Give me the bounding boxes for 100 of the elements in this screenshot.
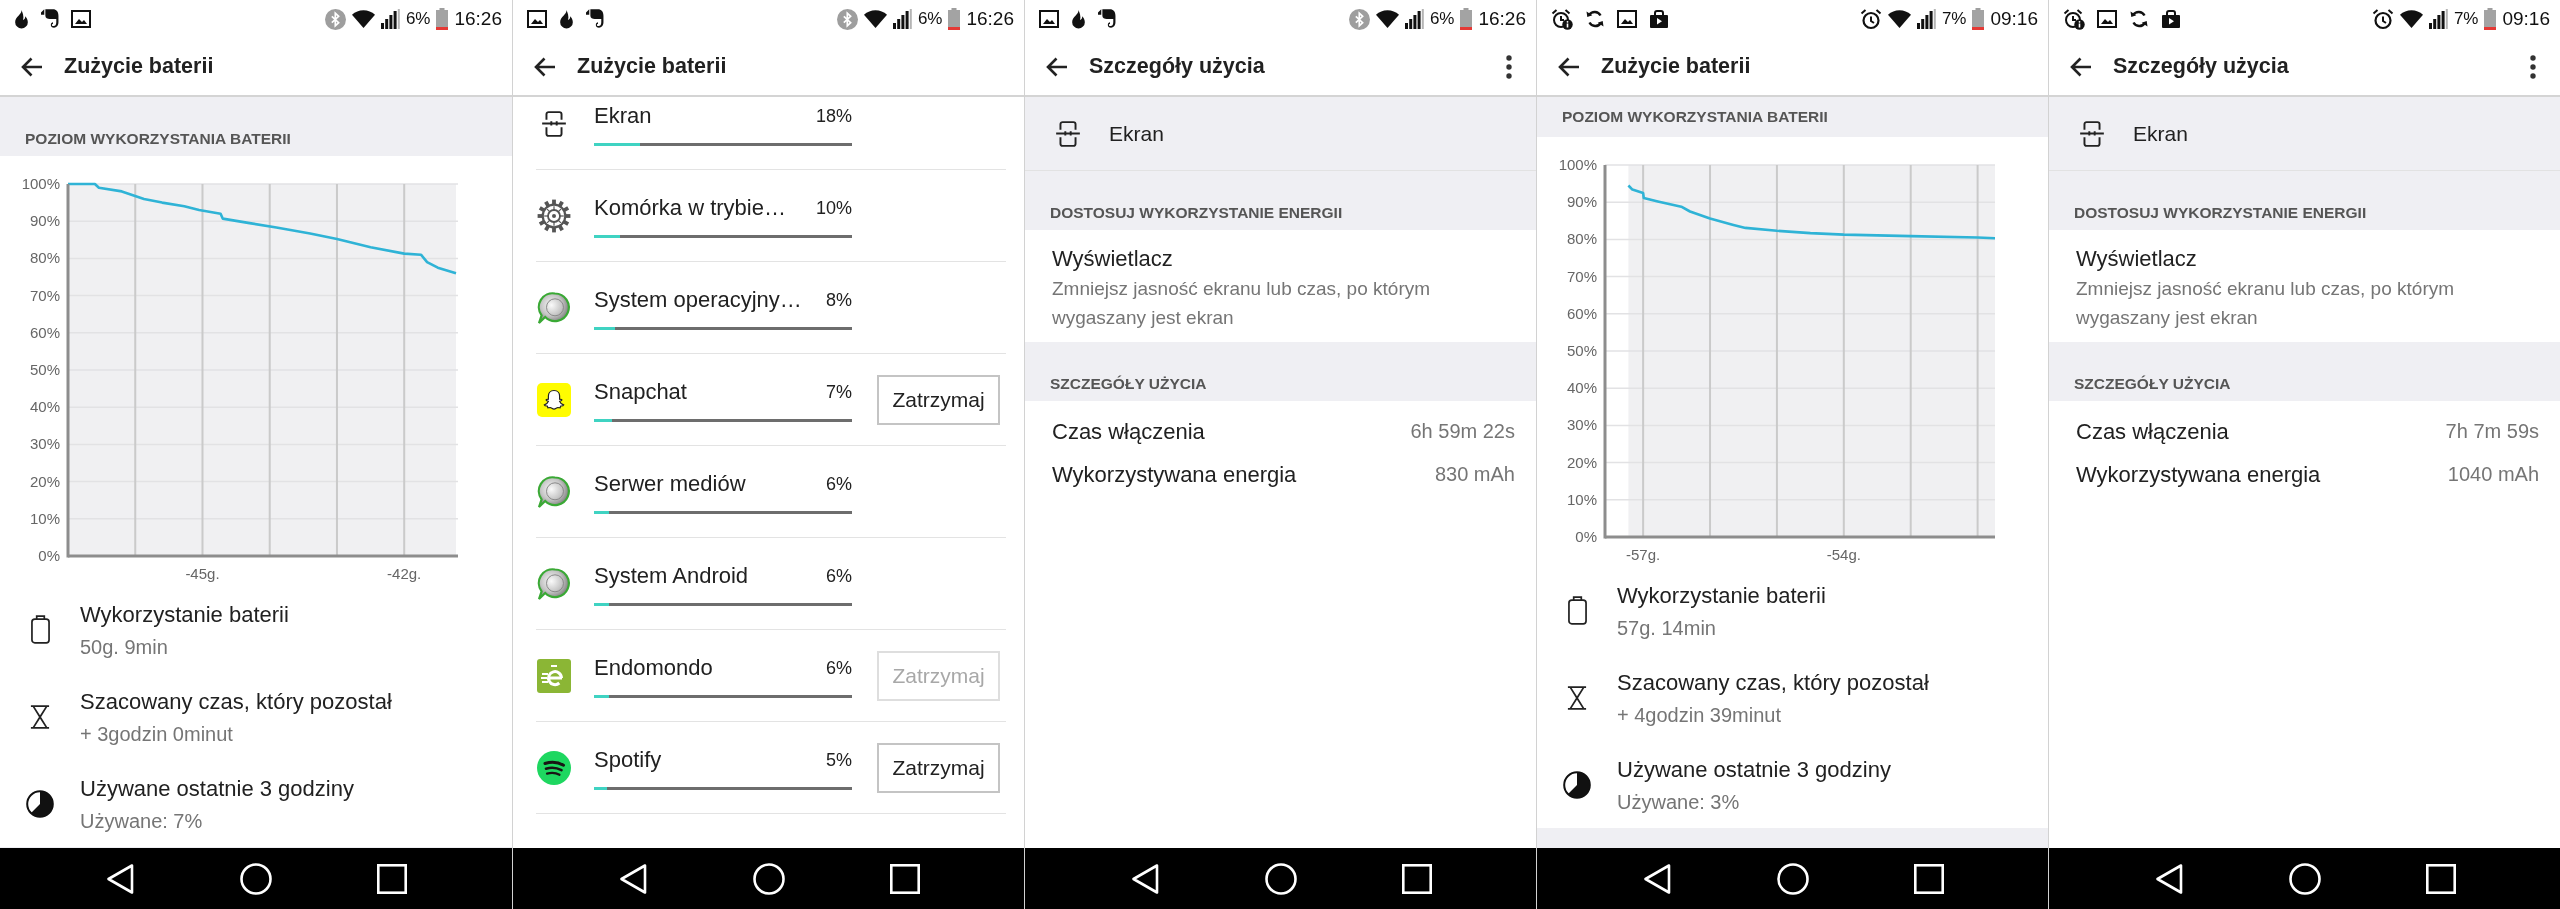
elephant-icon	[41, 9, 59, 29]
toolbar-title: Zużycie baterii	[64, 54, 215, 79]
bluetooth-icon	[1348, 8, 1370, 30]
signal-icon	[892, 9, 912, 29]
x-axis-label: -45g.	[185, 565, 220, 582]
home-icon[interactable]	[752, 862, 785, 895]
nav-back-icon[interactable]	[1129, 862, 1160, 895]
screen-icon	[541, 109, 567, 138]
y-axis-label: 70%	[29, 286, 60, 304]
detail-label: Czas włączenia	[1052, 418, 1205, 445]
home-icon[interactable]	[1776, 862, 1809, 895]
item-title: Wykorzystanie baterii	[1617, 581, 1826, 610]
alarm-clock-icon	[2371, 8, 2394, 30]
home-icon[interactable]	[2288, 862, 2321, 895]
gear-icon	[537, 198, 571, 233]
image-icon	[1039, 10, 1059, 28]
y-axis-label: 50%	[1566, 342, 1597, 359]
bluetooth-icon	[836, 8, 858, 30]
item-subtitle: 50g. 9min	[80, 634, 169, 660]
app-name[interactable]: Spotify	[594, 745, 662, 775]
clock-time: 16:26	[454, 8, 502, 30]
app-name[interactable]: System Android	[594, 561, 749, 591]
item-subtitle: Używane: 7%	[80, 808, 204, 834]
bluetooth-icon	[324, 8, 346, 30]
y-axis-label: 80%	[1566, 230, 1597, 248]
battery-outline-icon	[30, 615, 50, 644]
flame-icon	[14, 9, 29, 29]
clock-time: 09:16	[2502, 8, 2550, 30]
detail-value: 6h 59m 22s	[1410, 420, 1515, 443]
usage-percent: 6%	[826, 565, 852, 588]
section-header: DOSTOSUJ WYKORZYSTANIE ENERGII	[2049, 171, 2560, 230]
image-icon	[527, 10, 547, 28]
x-axis-label: -42g.	[387, 565, 422, 582]
detail-label: Wykorzystywana energia	[1052, 461, 1297, 488]
y-axis-label: 50%	[29, 361, 60, 378]
app-name[interactable]: Snapchat	[594, 377, 687, 407]
recent-apps-icon[interactable]	[377, 863, 407, 894]
recent-apps-icon[interactable]	[2425, 863, 2456, 894]
y-axis-label: 40%	[1566, 379, 1597, 397]
sync-icon	[1585, 9, 1605, 29]
screen-icon	[1055, 119, 1081, 148]
battery-percent: 7%	[2453, 9, 2479, 29]
setting-description: Zmniejsz jasność ekranu lub czas, po którym wygaszany jest ekran	[1052, 277, 1432, 330]
usage-percent: 5%	[826, 749, 852, 772]
app-name[interactable]: Komórka w trybie…	[594, 193, 786, 223]
wifi-icon	[863, 10, 887, 28]
usage-percent: 7%	[826, 381, 852, 404]
setting-title[interactable]: Wyświetlacz	[1052, 244, 1509, 274]
nav-back-icon[interactable]	[617, 862, 648, 895]
app-name[interactable]: Serwer mediów	[594, 469, 746, 499]
usage-percent: 18%	[815, 105, 852, 128]
clock-time: 16:26	[966, 8, 1014, 30]
y-axis-label: 30%	[1566, 416, 1597, 434]
home-icon[interactable]	[1264, 862, 1297, 895]
y-axis-label: 10%	[29, 509, 60, 527]
setting-title[interactable]: Wyświetlacz	[2076, 244, 2533, 274]
nav-back-icon[interactable]	[105, 862, 135, 895]
signal-icon	[2428, 9, 2448, 29]
back-icon[interactable]	[1045, 55, 1069, 78]
half-filled-circle-icon	[26, 789, 54, 818]
section-header: SZCZEGÓŁY UŻYCIA	[1025, 342, 1536, 401]
nav-back-icon[interactable]	[1641, 862, 1672, 895]
item-subtitle: + 4godzin 39minut	[1617, 702, 1782, 728]
recent-apps-icon[interactable]	[1401, 863, 1432, 894]
app-name: Ekran	[1109, 121, 1164, 146]
clock-time: 09:16	[1990, 8, 2038, 30]
y-axis-label: 20%	[29, 472, 60, 490]
y-axis-label: 0%	[38, 547, 60, 564]
stop-button[interactable]: Zatrzymaj	[877, 742, 1000, 793]
more-options-icon[interactable]	[2530, 54, 2536, 79]
back-icon[interactable]	[2069, 55, 2093, 78]
battery-percent: 6%	[917, 9, 943, 29]
app-name[interactable]: System operacyjny…	[594, 285, 802, 315]
y-axis-label: 90%	[29, 212, 60, 230]
signal-icon	[1916, 9, 1936, 29]
back-icon[interactable]	[533, 55, 557, 78]
nav-back-icon[interactable]	[2153, 862, 2184, 895]
toolbar-title: Zużycie baterii	[577, 54, 728, 79]
wifi-icon	[1375, 10, 1399, 28]
stop-button[interactable]: Zatrzymaj	[877, 374, 1000, 425]
battery-outline-icon	[1567, 596, 1587, 625]
more-options-icon[interactable]	[1506, 54, 1512, 79]
half-filled-circle-icon	[1563, 770, 1591, 799]
usage-percent: 8%	[826, 289, 852, 312]
app-name[interactable]: Endomondo	[594, 653, 713, 683]
screen-icon	[2079, 119, 2105, 148]
flame-icon	[1071, 9, 1086, 29]
battery-percent: 6%	[1429, 9, 1455, 29]
wifi-icon	[351, 10, 375, 28]
recent-apps-icon[interactable]	[1913, 863, 1944, 894]
y-axis-label: 60%	[29, 323, 60, 341]
sync-icon	[2129, 9, 2149, 29]
usage-percent: 6%	[826, 657, 852, 680]
battery-percent: 6%	[405, 9, 431, 29]
back-icon[interactable]	[1557, 55, 1581, 78]
recent-apps-icon[interactable]	[889, 863, 920, 894]
home-icon[interactable]	[240, 862, 272, 895]
image-icon	[71, 10, 91, 28]
back-icon[interactable]	[20, 55, 44, 78]
app-name[interactable]: Ekran	[594, 101, 652, 131]
